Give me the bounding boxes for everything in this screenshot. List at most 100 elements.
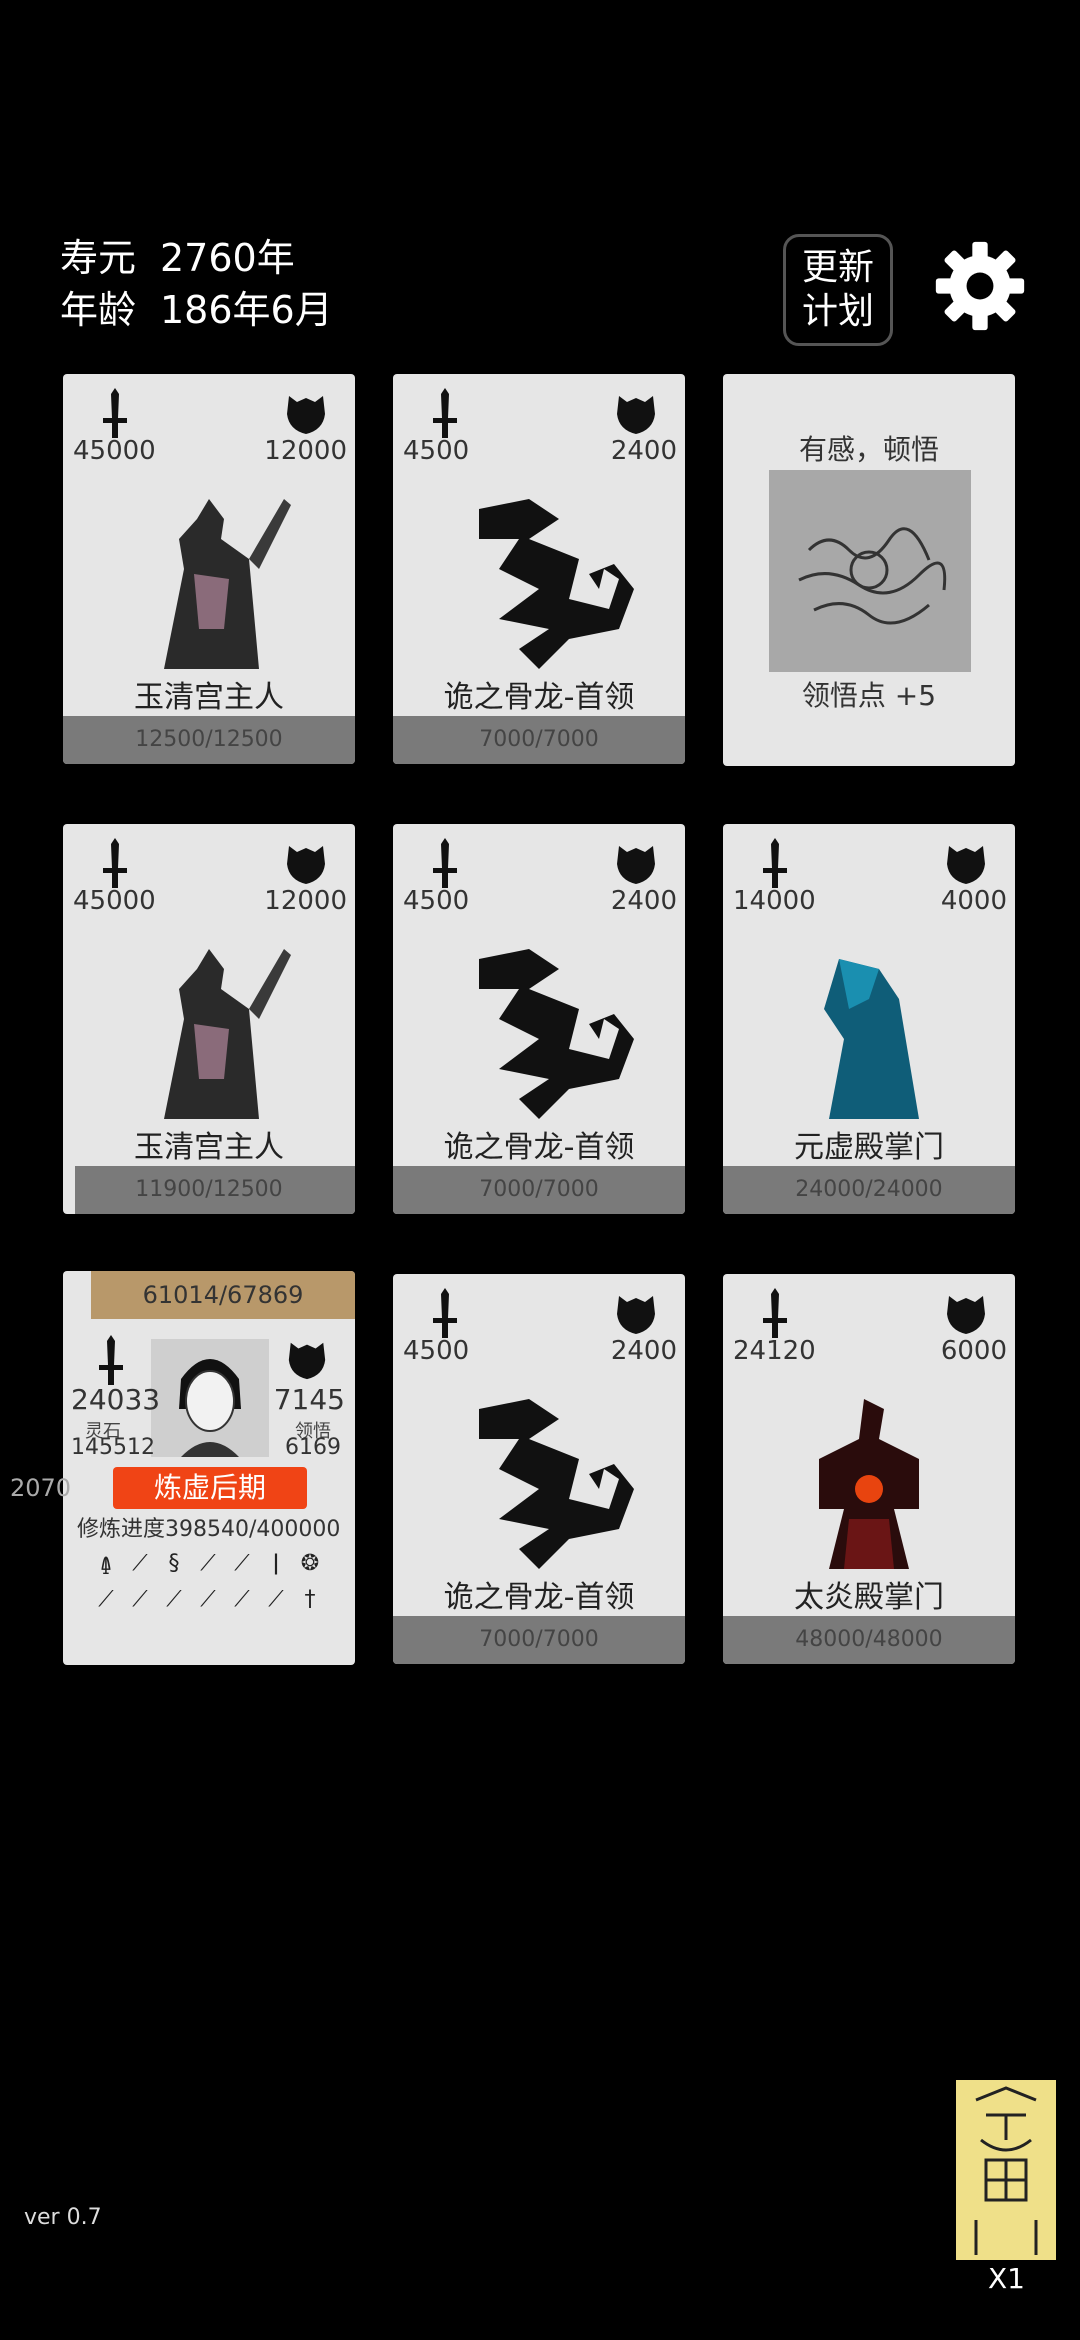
flame-sect-master-icon bbox=[769, 1379, 969, 1579]
thunder-talisman-icon[interactable] bbox=[956, 2080, 1056, 2260]
axe-icon[interactable]: 𐃉 bbox=[89, 1551, 123, 1581]
cross-icon[interactable]: † bbox=[293, 1587, 327, 1612]
progress-label: 修炼进度 bbox=[77, 1517, 166, 1542]
player-card[interactable]: 61014/67869 24033 7145 灵石 145512 领悟 6169… bbox=[63, 1271, 355, 1665]
shield-icon bbox=[943, 1290, 989, 1336]
shield-icon bbox=[613, 390, 659, 436]
scroll-icon[interactable]: § bbox=[157, 1551, 191, 1581]
sword-icon[interactable]: ⟋ bbox=[225, 1551, 259, 1581]
shield-icon bbox=[613, 1290, 659, 1336]
sword-icon[interactable]: ⟋ bbox=[123, 1587, 157, 1612]
enemy-name: 诡之骨龙-首领 bbox=[443, 680, 635, 715]
enemy-name: 玉清宫主人 bbox=[134, 1130, 284, 1165]
event-card[interactable]: 有感，顿悟 领悟点 +5 bbox=[723, 374, 1015, 766]
sword-icon bbox=[93, 1335, 129, 1385]
player-attack: 24033 bbox=[71, 1383, 161, 1416]
weapon-inventory: 𐃉 ⟋ § ⟋ ⟋ ǀ ❂ ⟋ ⟋ ⟋ ⟋ ⟋ ⟋ † bbox=[89, 1551, 339, 1612]
spear-icon[interactable]: ⟋ bbox=[123, 1551, 157, 1581]
enemy-name: 太炎殿掌门 bbox=[794, 1580, 944, 1615]
enemy-name: 元虚殿掌门 bbox=[794, 1130, 944, 1165]
blue-sect-master-icon bbox=[769, 929, 969, 1129]
enemy-card[interactable]: 4500 2400 诡之骨龙-首领 7000/7000 bbox=[393, 824, 685, 1214]
enemy-card[interactable]: 4500 2400 诡之骨龙-首领 7000/7000 bbox=[393, 1274, 685, 1664]
hp-text: 48000/48000 bbox=[795, 1627, 943, 1652]
player-stats: 寿元 2760年 年龄 186年6月 bbox=[60, 232, 333, 336]
enemy-card[interactable]: 24120 6000 太炎殿掌门 48000/48000 bbox=[723, 1274, 1015, 1664]
sword-icon bbox=[427, 388, 463, 438]
sword-icon bbox=[427, 1288, 463, 1338]
shield-icon bbox=[285, 1337, 329, 1381]
dragon-icon bbox=[439, 479, 639, 679]
enemy-name: 玉清宫主人 bbox=[134, 680, 284, 715]
event-title: 有感，顿悟 bbox=[798, 433, 939, 466]
enemy-card[interactable]: 45000 12000 玉清宫主人 12500/12500 bbox=[63, 374, 355, 764]
hp-text: 12500/12500 bbox=[135, 727, 283, 752]
shield-icon bbox=[283, 390, 329, 436]
defense-value: 2400 bbox=[610, 886, 677, 916]
sword-icon bbox=[97, 838, 133, 888]
shield-icon bbox=[943, 840, 989, 886]
cultivation-progress: 修炼进度398540/400000 bbox=[77, 1511, 340, 1543]
dragon-icon bbox=[439, 1379, 639, 1579]
lifespan-label: 寿元 bbox=[60, 236, 137, 280]
sword-icon[interactable]: ⟋ bbox=[191, 1587, 225, 1612]
defense-value: 12000 bbox=[264, 436, 347, 466]
enemy-name: 诡之骨龙-首领 bbox=[443, 1580, 635, 1615]
attack-value: 14000 bbox=[733, 886, 816, 916]
lifespan-value: 2760年 bbox=[160, 236, 295, 280]
defense-value: 2400 bbox=[610, 1336, 677, 1366]
player-defense: 7145 bbox=[273, 1383, 345, 1416]
attack-value: 4500 bbox=[403, 1336, 470, 1366]
avatar bbox=[151, 1339, 269, 1457]
talisman-count: X1 bbox=[988, 2262, 1025, 2295]
defense-value: 6000 bbox=[940, 1336, 1007, 1366]
age-value: 186年6月 bbox=[160, 288, 333, 332]
shield-icon bbox=[613, 840, 659, 886]
hp-text: 7000/7000 bbox=[479, 727, 599, 752]
update-plan-button[interactable]: 更新 计划 bbox=[783, 234, 893, 346]
sword-icon bbox=[97, 388, 133, 438]
enemy-card[interactable]: 45000 12000 玉清宫主人 11900/12500 bbox=[63, 824, 355, 1214]
event-bonus: 领悟点 +5 bbox=[801, 679, 937, 712]
robed-master-icon bbox=[109, 929, 309, 1129]
dagger-icon[interactable]: ǀ bbox=[259, 1551, 293, 1581]
insight-value: 6169 bbox=[285, 1435, 341, 1460]
sword-icon bbox=[757, 1288, 793, 1338]
sword-icon bbox=[427, 838, 463, 888]
sword-icon[interactable]: ⟋ bbox=[225, 1587, 259, 1612]
exp-text: 61014/67869 bbox=[142, 1281, 304, 1309]
attack-value: 24120 bbox=[733, 1336, 816, 1366]
side-counter: 2070 bbox=[10, 1474, 72, 1502]
realm-badge: 炼虚后期 bbox=[113, 1467, 307, 1509]
version-label: ver 0.7 bbox=[24, 2205, 102, 2230]
robed-master-icon bbox=[109, 479, 309, 679]
spirit-stone-value: 145512 bbox=[71, 1435, 155, 1460]
hp-text: 7000/7000 bbox=[479, 1627, 599, 1652]
hp-text: 11900/12500 bbox=[135, 1177, 283, 1202]
attack-value: 4500 bbox=[403, 436, 470, 466]
lion-icon[interactable]: ❂ bbox=[293, 1551, 327, 1581]
progress-value: 398540/400000 bbox=[165, 1517, 341, 1542]
dragon-icon bbox=[439, 929, 639, 1129]
hp-text: 7000/7000 bbox=[479, 1177, 599, 1202]
sword-icon bbox=[757, 838, 793, 888]
attack-value: 45000 bbox=[73, 436, 156, 466]
enemy-card[interactable]: 4500 2400 诡之骨龙-首领 7000/7000 bbox=[393, 374, 685, 764]
enlightenment-scroll-icon bbox=[769, 470, 971, 672]
enemy-name: 诡之骨龙-首领 bbox=[443, 1130, 635, 1165]
spear-icon[interactable]: ⟋ bbox=[89, 1587, 123, 1612]
attack-value: 4500 bbox=[403, 886, 470, 916]
enemy-card[interactable]: 14000 4000 元虚殿掌门 24000/24000 bbox=[723, 824, 1015, 1214]
sword-icon[interactable]: ⟋ bbox=[191, 1551, 225, 1581]
defense-value: 2400 bbox=[610, 436, 677, 466]
defense-value: 12000 bbox=[264, 886, 347, 916]
settings-gear-icon[interactable] bbox=[932, 238, 1028, 334]
attack-value: 45000 bbox=[73, 886, 156, 916]
sword-icon[interactable]: ⟋ bbox=[259, 1587, 293, 1612]
defense-value: 4000 bbox=[940, 886, 1007, 916]
sword-icon[interactable]: ⟋ bbox=[157, 1587, 191, 1612]
hp-text: 24000/24000 bbox=[795, 1177, 943, 1202]
shield-icon bbox=[283, 840, 329, 886]
update-plan-label-2: 计划 bbox=[801, 291, 874, 332]
update-plan-label-1: 更新 bbox=[801, 247, 874, 288]
